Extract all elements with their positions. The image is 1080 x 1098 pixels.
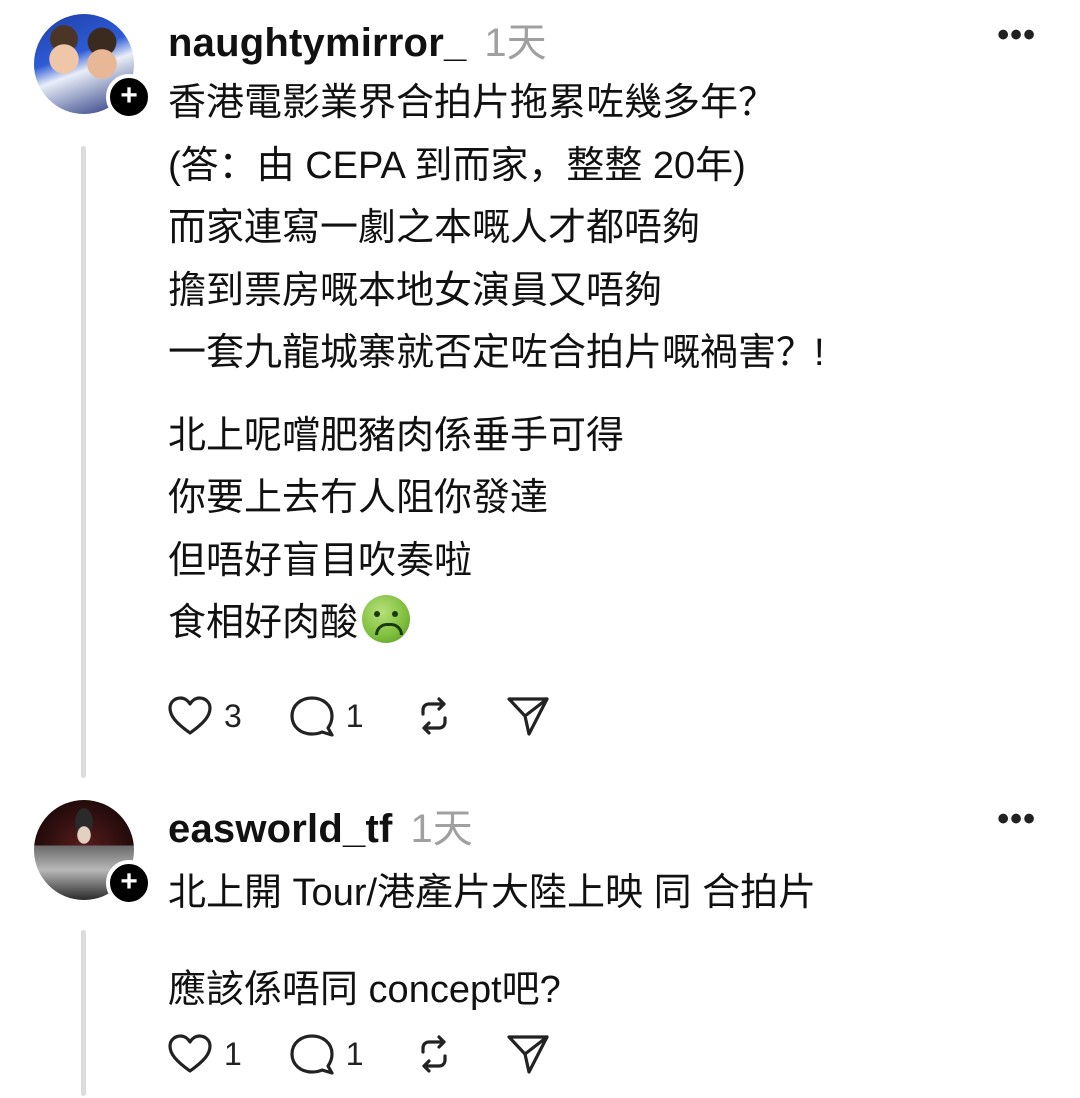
post-header: easworld_tf 1天 — [168, 796, 473, 854]
text-line: 而家連寫一劇之本嘅人才都唔夠 — [168, 207, 701, 249]
timestamp: 1天 — [410, 807, 473, 851]
nauseated-face-emoji-icon — [362, 595, 411, 643]
follow-plus-icon[interactable]: + — [106, 860, 152, 906]
text-line: 應該係唔同 concept吧? — [168, 968, 561, 1011]
reply-button[interactable]: 1 — [288, 692, 364, 740]
heart-icon — [168, 696, 212, 735]
heart-icon — [168, 1034, 212, 1073]
post-text: 北上開 Tour/港產片大陸上映 同 合拍片 應該係唔同 concept吧? — [168, 862, 1048, 1021]
thread-post: + naughtymirror_ 1天 ••• 香港電影業界合拍片拖累咗幾多年？… — [0, 0, 1080, 790]
avatar[interactable]: + — [34, 14, 152, 120]
like-button[interactable]: 1 — [166, 1030, 242, 1078]
like-count: 1 — [224, 1035, 242, 1072]
action-bar: 3 1 — [166, 692, 598, 740]
repost-icon — [420, 1035, 447, 1073]
follow-plus-icon[interactable]: + — [106, 74, 152, 120]
thread-connector-line — [81, 930, 86, 1096]
text-line: 食相好肉酸 — [168, 602, 359, 644]
more-options-icon[interactable]: ••• — [997, 18, 1036, 52]
post-text: 香港電影業界合拍片拖累咗幾多年？ (答：由 CEPA 到而家，整整 20年) 而… — [168, 72, 1048, 655]
comment-icon — [290, 1034, 334, 1075]
send-icon — [506, 697, 549, 736]
timestamp: 1天 — [484, 21, 547, 65]
share-button[interactable] — [504, 1030, 552, 1078]
text-line: 北上開 Tour/港產片大陸上映 同 合拍片 — [168, 872, 817, 914]
send-icon — [506, 1035, 549, 1074]
thread-post: + easworld_tf 1天 ••• 北上開 Tour/港產片大陸上映 同 … — [0, 790, 1080, 1098]
thread-connector-line — [81, 146, 86, 778]
reply-count: 1 — [345, 1035, 364, 1072]
reply-count: 1 — [345, 697, 364, 734]
like-button[interactable]: 3 — [166, 692, 242, 740]
action-bar: 1 1 — [166, 1030, 598, 1078]
text-line: 擔到票房嘅本地女演員又唔夠 — [168, 269, 663, 312]
avatar[interactable]: + — [34, 800, 152, 906]
share-button[interactable] — [504, 692, 552, 740]
username[interactable]: naughtymirror_ — [168, 21, 466, 66]
repost-icon — [420, 697, 447, 735]
text-line: (答：由 CEPA 到而家，整整 20年) — [168, 144, 746, 187]
text-line: 香港電影業界合拍片拖累咗幾多年？ — [168, 82, 777, 124]
reply-button[interactable]: 1 — [288, 1030, 364, 1078]
comment-icon — [290, 696, 334, 737]
repost-button[interactable] — [410, 1030, 458, 1078]
text-line: 北上呢嚐肥豬肉係垂手可得 — [168, 414, 625, 457]
post-header: naughtymirror_ 1天 — [168, 10, 547, 68]
like-count: 3 — [224, 697, 242, 734]
username[interactable]: easworld_tf — [168, 807, 393, 852]
text-line-with-emoji: 食相好肉酸 — [168, 592, 1048, 655]
text-line: 你要上去冇人阻你發達 — [168, 477, 549, 519]
more-options-icon[interactable]: ••• — [997, 802, 1036, 836]
text-line: 一套九龍城寨就否定咗合拍片嘅禍害？! — [168, 332, 825, 374]
repost-button[interactable] — [410, 692, 458, 740]
text-line: 但唔好盲目吹奏啦 — [168, 539, 473, 582]
